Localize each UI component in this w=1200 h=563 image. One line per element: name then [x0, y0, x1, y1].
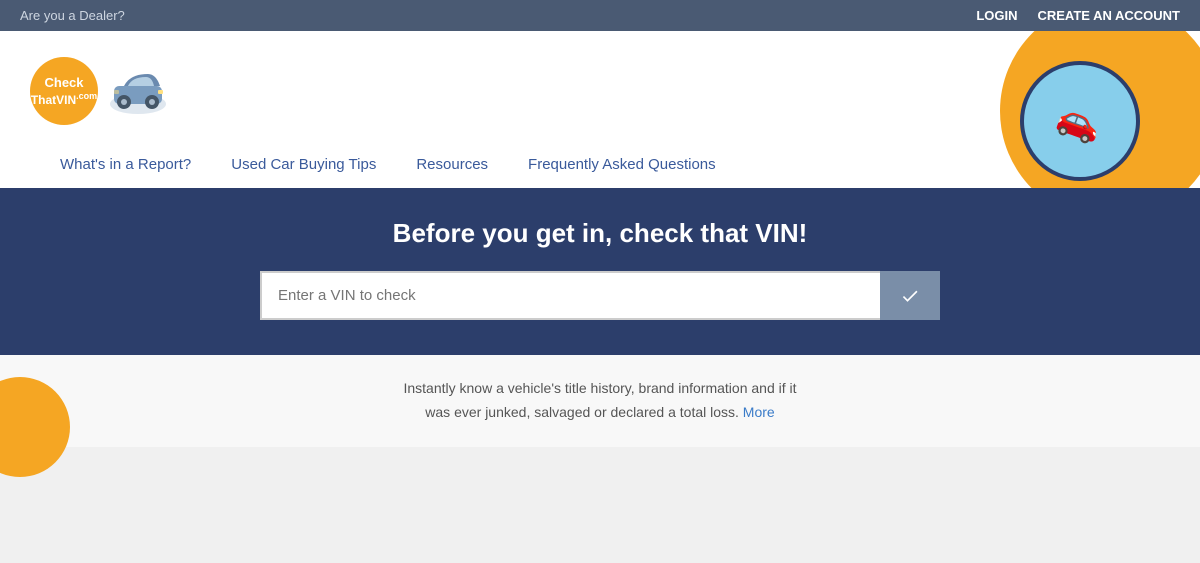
checkmark-icon [900, 286, 920, 306]
logo-check: Check [44, 75, 83, 91]
dealer-text: Are you a Dealer? [20, 8, 125, 23]
logo[interactable]: Check ThatVIN.com [30, 57, 171, 125]
info-text: Instantly know a vehicle's title history… [20, 377, 1180, 425]
vin-submit-button[interactable] [880, 271, 940, 320]
vin-input[interactable] [260, 271, 880, 320]
more-link[interactable]: More [743, 404, 775, 420]
nav-whats-in-report[interactable]: What's in a Report? [60, 156, 191, 173]
nav-faq[interactable]: Frequently Asked Questions [528, 156, 716, 173]
nav-used-car-tips[interactable]: Used Car Buying Tips [231, 156, 376, 173]
header-top: Check ThatVIN.com [30, 41, 1170, 141]
header-area: 🚗 Check ThatVIN.com [0, 31, 1200, 188]
info-section: Instantly know a vehicle's title history… [0, 355, 1200, 447]
login-link[interactable]: LOGIN [976, 8, 1017, 23]
top-bar: Are you a Dealer? LOGIN CREATE AN ACCOUN… [0, 0, 1200, 31]
create-account-link[interactable]: CREATE AN ACCOUNT [1037, 8, 1180, 23]
car-icon [106, 64, 171, 124]
vin-search-form [260, 271, 940, 320]
nav-bar: What's in a Report? Used Car Buying Tips… [30, 141, 1170, 188]
hero-title: Before you get in, check that VIN! [20, 218, 1180, 249]
nav-resources[interactable]: Resources [416, 156, 488, 173]
car-crash-image: 🚗 [1020, 61, 1140, 181]
top-bar-actions: LOGIN CREATE AN ACCOUNT [976, 8, 1180, 23]
hero-section: Before you get in, check that VIN! [0, 188, 1200, 355]
logo-that: ThatVIN.com [31, 91, 97, 107]
logo-bubble: Check ThatVIN.com [30, 57, 98, 125]
